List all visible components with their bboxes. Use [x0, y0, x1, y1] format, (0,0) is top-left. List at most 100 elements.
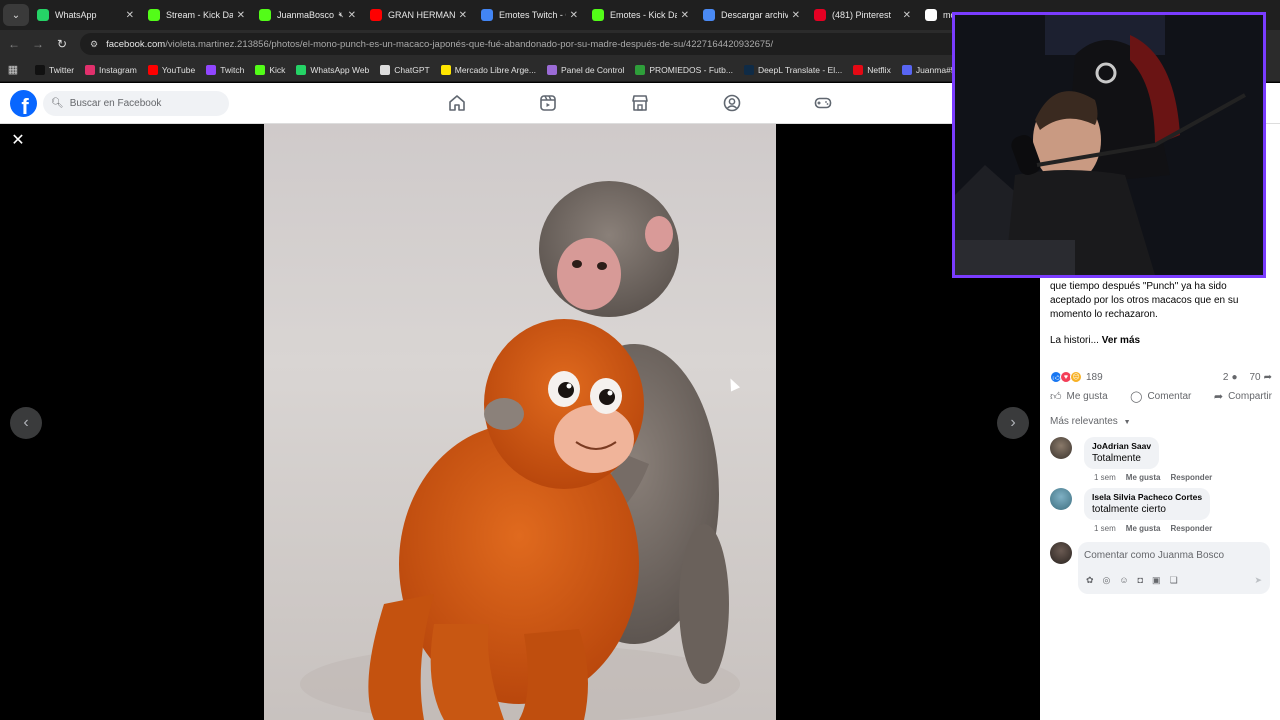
- tab-title: Descargar archivo: [721, 10, 788, 20]
- avatar-sticker-icon[interactable]: ✿: [1086, 575, 1094, 586]
- reactions-summary[interactable]: 👍︎ ♥ ☹ 189 2 ● 70 ➦: [1050, 370, 1272, 384]
- comment-text: totalmente cierto: [1092, 504, 1166, 515]
- bookmark-label: WhatsApp Web: [310, 64, 370, 75]
- home-icon[interactable]: [447, 93, 467, 113]
- comments-count[interactable]: 2: [1223, 372, 1229, 383]
- bookmark-item[interactable]: Panel de Control: [547, 64, 624, 75]
- tab-title: Stream - Kick Da: [166, 10, 233, 20]
- close-tab-icon[interactable]: ✕: [903, 10, 911, 21]
- like-label: Me gusta: [1066, 391, 1108, 402]
- facebook-search-input[interactable]: 🔍︎ Buscar en Facebook: [43, 91, 229, 116]
- browser-tab[interactable]: JuanmaBosco 🔇︎ ✕: [251, 0, 362, 30]
- kick-icon: [148, 9, 160, 21]
- share-arrow-icon: ➦: [1263, 371, 1272, 383]
- comment-bubble: Isela Silvia Pacheco Cortes totalmente c…: [1084, 488, 1211, 520]
- shares-count[interactable]: 70: [1249, 372, 1260, 383]
- close-tab-icon[interactable]: ✕: [792, 10, 800, 21]
- comment-text: Totalmente: [1092, 453, 1141, 464]
- comment-time[interactable]: 1 sem: [1094, 473, 1116, 482]
- bookmark-item[interactable]: Twitch: [206, 64, 245, 75]
- address-bar[interactable]: ⚙ facebook.com/violeta.martinez.213856/p…: [80, 33, 980, 55]
- apps-grid-icon[interactable]: ▦: [0, 63, 26, 76]
- reels-icon[interactable]: [538, 93, 558, 113]
- comment-like-link[interactable]: Me gusta: [1126, 473, 1161, 482]
- comment-author[interactable]: Isela Silvia Pacheco Cortes: [1092, 492, 1202, 502]
- back-arrow-icon[interactable]: ←: [2, 37, 26, 51]
- close-tab-icon[interactable]: ✕: [570, 10, 578, 21]
- close-tab-icon[interactable]: ✕: [237, 10, 245, 21]
- comment-reply-link[interactable]: Responder: [1170, 524, 1212, 533]
- bookmark-item[interactable]: Twitter: [35, 64, 74, 75]
- monkey-with-plush-image: [300, 181, 740, 720]
- camera-icon[interactable]: ◘: [1138, 575, 1143, 586]
- post-text: que tiempo después "Punch" ya ha sido ac…: [1050, 281, 1239, 320]
- close-tab-icon[interactable]: ✕: [681, 10, 689, 21]
- browser-tab[interactable]: GRAN HERMANO ✕: [362, 0, 473, 30]
- avatar[interactable]: [1050, 437, 1072, 459]
- tab-title: Emotes Twitch - G: [499, 10, 566, 20]
- forward-arrow-icon[interactable]: →: [26, 37, 50, 51]
- bookmark-item[interactable]: PROMIEDOS - Futb...: [635, 64, 733, 75]
- comment-meta: 1 sem Me gusta Responder: [1094, 473, 1222, 482]
- comment-reply-link[interactable]: Responder: [1170, 473, 1212, 482]
- browser-tab[interactable]: (481) Pinterest ✕: [806, 0, 917, 30]
- send-icon[interactable]: ➤: [1254, 575, 1262, 586]
- browser-tab[interactable]: WhatsApp ✕: [29, 0, 140, 30]
- gaming-icon[interactable]: [813, 93, 833, 113]
- reload-icon[interactable]: ↻: [50, 37, 74, 51]
- bookmark-favicon-icon: [147, 64, 158, 75]
- facebook-logo-icon[interactable]: f: [10, 90, 37, 117]
- gif-icon[interactable]: ▣: [1152, 575, 1161, 586]
- comment-button[interactable]: ◯ Comentar: [1130, 390, 1191, 403]
- site-info-icon[interactable]: ⚙: [90, 39, 98, 50]
- url-path: /violeta.martinez.213856/photos/el-mono-…: [165, 38, 774, 50]
- post-truncated-text: La histori...: [1050, 335, 1099, 346]
- search-icon: 🔍︎: [51, 98, 64, 109]
- bookmark-favicon-icon: [255, 64, 266, 75]
- avatar[interactable]: [1050, 488, 1072, 510]
- close-tab-icon[interactable]: ✕: [126, 10, 134, 21]
- muted-icon[interactable]: 🔇︎: [339, 10, 344, 20]
- marketplace-icon[interactable]: [630, 93, 650, 113]
- sticker-icon[interactable]: ❏: [1170, 575, 1178, 586]
- bookmark-item[interactable]: Mercado Libre Arge...: [440, 64, 536, 75]
- see-more-link[interactable]: Ver más: [1102, 335, 1140, 346]
- comment-author[interactable]: JoAdrian Saav: [1092, 441, 1151, 451]
- bookmark-item[interactable]: DeepL Translate - El...: [743, 64, 843, 75]
- tab-title: WhatsApp: [55, 10, 97, 20]
- close-tab-icon[interactable]: ✕: [348, 10, 356, 21]
- user-avatar[interactable]: [1050, 542, 1072, 564]
- comment-input[interactable]: Comentar como Juanma Bosco ✿ ◎ ☺ ◘ ▣ ❏ ➤: [1078, 542, 1270, 594]
- diamond-icon: [703, 9, 715, 21]
- bookmark-item[interactable]: Netflix: [853, 64, 891, 75]
- ai-icon[interactable]: ◎: [1103, 575, 1111, 586]
- drive-icon: [481, 9, 493, 21]
- bookmark-label: Twitch: [220, 64, 245, 75]
- bookmark-item[interactable]: Instagram: [85, 64, 137, 75]
- bookmark-item[interactable]: ChatGPT: [380, 64, 430, 75]
- previous-photo-arrow-icon[interactable]: ‹: [10, 407, 42, 439]
- bookmark-item[interactable]: Kick: [255, 64, 286, 75]
- tab-search-button[interactable]: ⌄: [3, 4, 29, 26]
- close-tab-icon[interactable]: ✕: [459, 10, 467, 21]
- like-button[interactable]: 👍︎ Me gusta: [1050, 390, 1108, 403]
- close-icon[interactable]: ✕: [8, 131, 28, 151]
- bookmark-favicon-icon: [853, 64, 864, 75]
- comment-like-link[interactable]: Me gusta: [1126, 524, 1161, 533]
- emoji-icon[interactable]: ☺: [1119, 575, 1128, 586]
- bookmark-label: Kick: [269, 64, 286, 75]
- share-button[interactable]: ➦ Compartir: [1214, 390, 1272, 403]
- comment-time[interactable]: 1 sem: [1094, 524, 1116, 533]
- browser-tab[interactable]: Stream - Kick Da ✕: [140, 0, 251, 30]
- browser-tab[interactable]: Emotes Twitch - G ✕: [473, 0, 584, 30]
- browser-tab[interactable]: Descargar archivo ✕: [695, 0, 806, 30]
- bookmark-item[interactable]: WhatsApp Web: [296, 64, 370, 75]
- bookmark-label: DeepL Translate - El...: [757, 64, 843, 75]
- browser-tab[interactable]: Emotes - Kick Da ✕: [584, 0, 695, 30]
- bookmark-favicon-icon: [901, 64, 912, 75]
- next-photo-arrow-icon[interactable]: ›: [997, 407, 1029, 439]
- comment-sort-dropdown[interactable]: Más relevantes ▼: [1050, 416, 1131, 427]
- groups-icon[interactable]: [722, 93, 742, 113]
- thumbs-up-icon: 👍︎: [1050, 391, 1062, 403]
- bookmark-item[interactable]: YouTube: [147, 64, 195, 75]
